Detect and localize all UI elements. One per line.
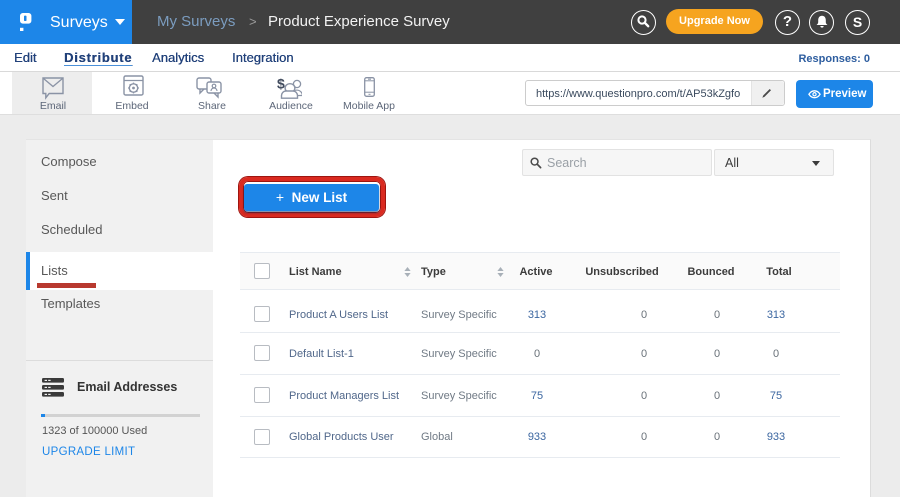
svg-text:$: $ — [277, 75, 285, 91]
